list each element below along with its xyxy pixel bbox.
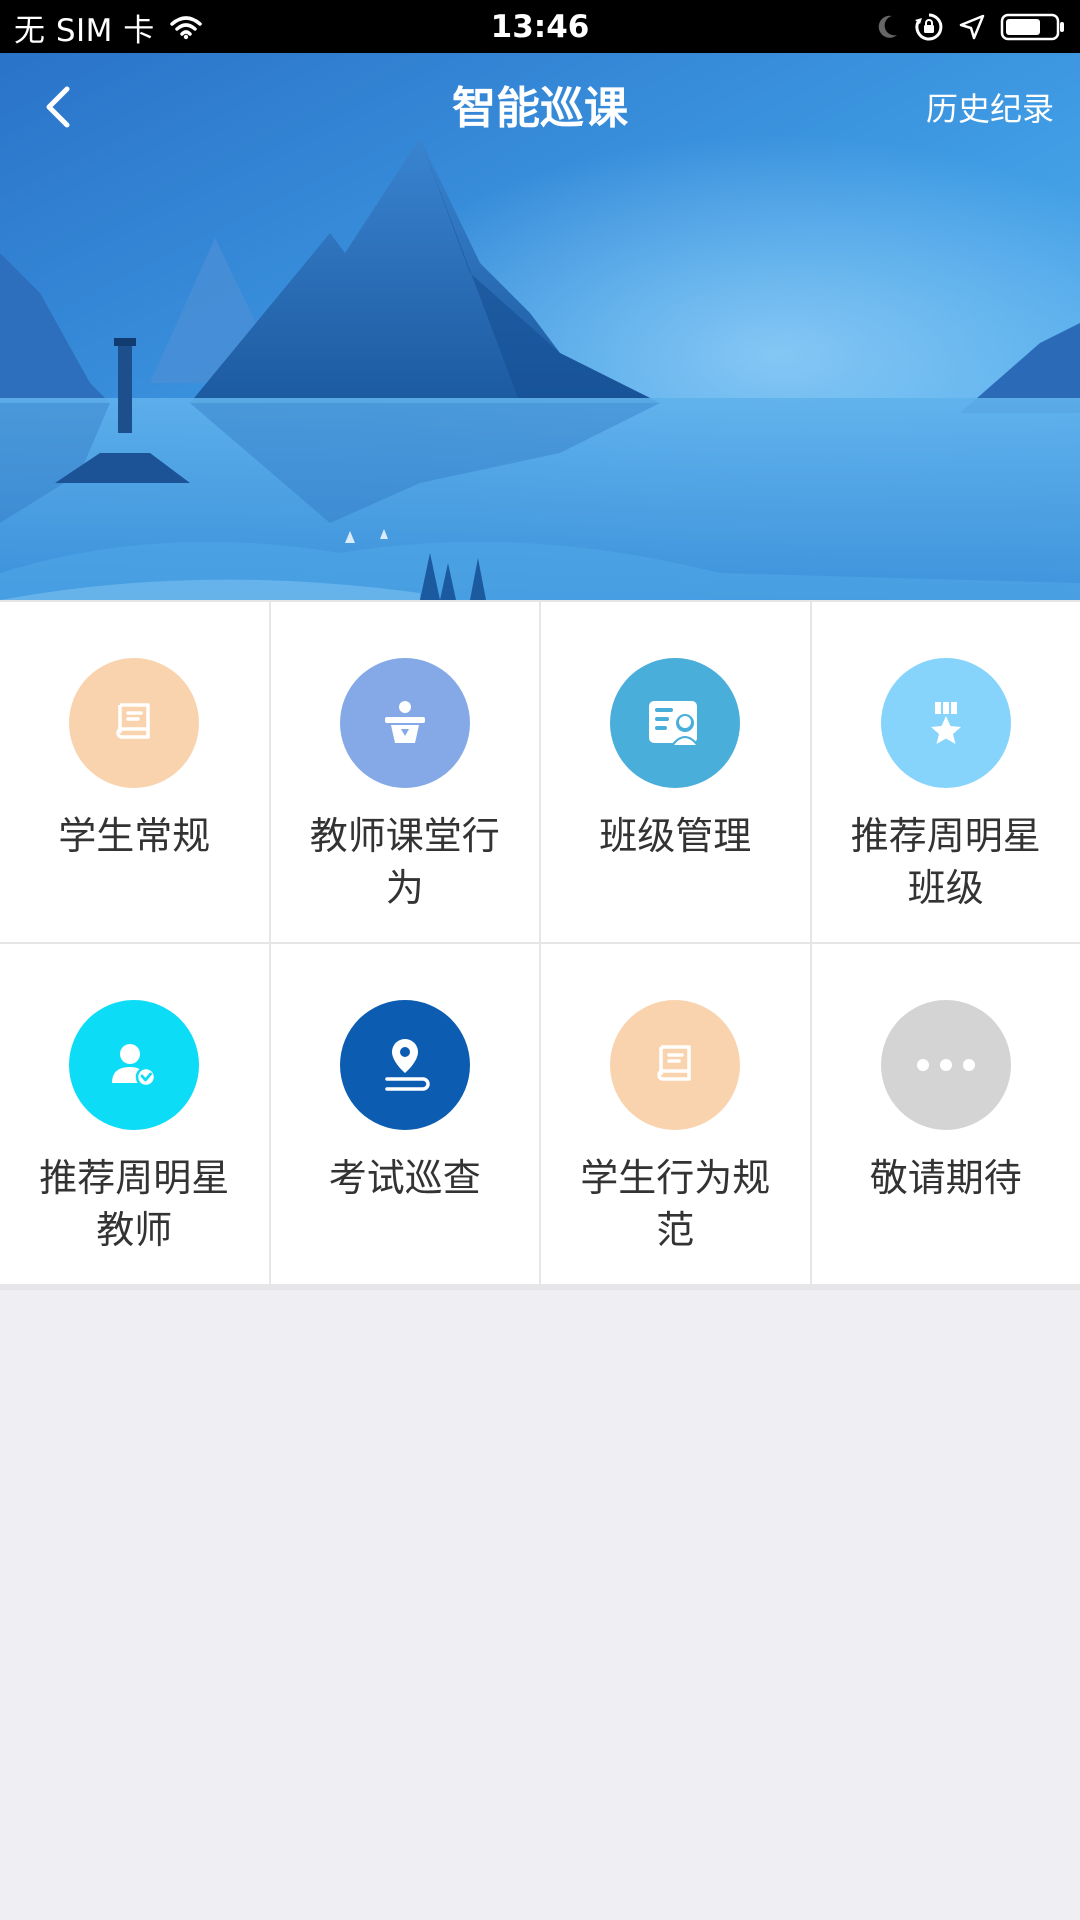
grid-item-label: 推荐周明星教师 (39, 1156, 230, 1252)
app-screen: 无 SIM 卡 13:46 智能巡课 历史纪录 学生常规 教师课堂行为 班级管理… (0, 0, 1080, 1920)
grid-item-label: 学生常规 (58, 814, 211, 858)
medal-icon (930, 702, 961, 744)
grid-item-label: 班级管理 (599, 814, 752, 858)
grid-item-icon-circle (610, 658, 741, 788)
status-bar: 无 SIM 卡 13:46 (0, 0, 1080, 53)
grid-item-icon-circle (880, 658, 1011, 788)
book-icon (657, 1045, 691, 1081)
location-pin-icon (385, 1039, 430, 1091)
teacher-check-icon (112, 1044, 157, 1088)
grid-item-icon-circle (339, 1000, 470, 1130)
moon-icon (874, 13, 900, 41)
grid-item-icon-circle (339, 658, 470, 788)
grid-item-star-teacher[interactable]: 推荐周明星教师 (0, 944, 269, 1284)
grid-item-student-conduct[interactable]: 学生行为规范 (541, 944, 810, 1284)
orientation-lock-icon (914, 12, 944, 42)
grid-item-label: 敬请期待 (869, 1156, 1022, 1200)
podium-icon (384, 701, 425, 743)
grid-item-student-routine[interactable]: 学生常规 (0, 602, 269, 942)
class-id-icon (649, 701, 700, 745)
function-grid: 学生常规 教师课堂行为 班级管理 推荐周明星班级 推荐周明星教师 考试巡查 学生… (0, 600, 1080, 1290)
grid-item-class-management[interactable]: 班级管理 (541, 602, 810, 942)
grid-item-label: 学生行为规范 (580, 1156, 771, 1252)
more-dots-icon (916, 1059, 975, 1071)
grid-item-label: 教师课堂行为 (309, 814, 500, 910)
book-icon (116, 703, 150, 739)
location-arrow-icon (958, 13, 986, 41)
grid-item-icon-circle (69, 1000, 200, 1130)
grid-item-star-class[interactable]: 推荐周明星班级 (811, 602, 1080, 942)
battery-icon (1000, 12, 1066, 42)
grid-item-exam-patrol[interactable]: 考试巡查 (270, 944, 539, 1284)
grid-item-label: 推荐周明星班级 (850, 814, 1041, 910)
page-title: 智能巡课 (452, 83, 628, 134)
grid-item-icon-circle (880, 1000, 1011, 1130)
hero-banner: 智能巡课 历史纪录 (0, 53, 1080, 600)
grid-item-icon-circle (69, 658, 200, 788)
history-link[interactable]: 历史纪录 (926, 87, 1054, 131)
grid-item-icon-circle (610, 1000, 741, 1130)
grid-item-coming-soon[interactable]: 敬请期待 (811, 944, 1080, 1284)
grid-item-label: 考试巡查 (328, 1156, 481, 1200)
grid-item-teacher-behavior[interactable]: 教师课堂行为 (270, 602, 539, 942)
